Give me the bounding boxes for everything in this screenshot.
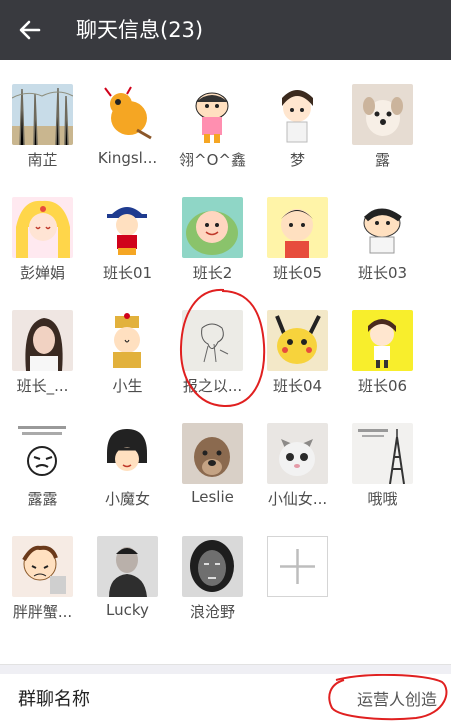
- page-title: 聊天信息(23): [76, 18, 204, 42]
- member-avatar: [97, 310, 158, 371]
- add-member-button[interactable]: [255, 512, 340, 625]
- member-avatar: [97, 197, 158, 258]
- member-avatar: [182, 310, 243, 371]
- member-name: 翎^O^鑫: [179, 151, 246, 169]
- back-arrow-icon: [19, 20, 41, 40]
- member-item[interactable]: 露露: [0, 399, 85, 512]
- member-name: 小魔女: [104, 490, 150, 508]
- member-name: Kingsl...: [97, 149, 158, 167]
- member-item[interactable]: 梦: [255, 60, 340, 173]
- add-member-box: [267, 536, 328, 597]
- member-item[interactable]: 露: [340, 60, 425, 173]
- member-avatar: [182, 197, 243, 258]
- member-item[interactable]: Lucky: [85, 512, 170, 625]
- member-avatar: [182, 423, 243, 484]
- member-item[interactable]: 班长_...: [0, 286, 85, 399]
- section-divider: [0, 664, 451, 674]
- member-name: 报之以...: [182, 377, 243, 395]
- member-name: 小生: [112, 377, 143, 395]
- member-item[interactable]: 浪沧野: [170, 512, 255, 625]
- member-avatar: [12, 536, 73, 597]
- top-bar: 聊天信息(23): [0, 0, 451, 60]
- group-name-value: 运营人创造: [356, 690, 437, 709]
- member-avatar: [12, 84, 73, 145]
- member-avatar: [97, 84, 158, 145]
- member-avatar: [12, 310, 73, 371]
- group-name-label: 群聊名称: [18, 689, 90, 710]
- member-name: 班长_...: [16, 377, 69, 395]
- member-name: 露: [374, 151, 390, 169]
- member-item[interactable]: Leslie: [170, 399, 255, 512]
- member-name: 小仙女...: [267, 490, 328, 508]
- member-item[interactable]: 哦哦: [340, 399, 425, 512]
- member-name: 南芷: [27, 151, 58, 169]
- member-grid: 南芷 Kingsl... 翎^O^鑫 梦 露彭婵娟 班长01 班长2 班长05 班长03 班长_.…: [0, 60, 451, 664]
- member-name: Leslie: [191, 488, 234, 506]
- plus-icon: [280, 549, 315, 584]
- group-name-row[interactable]: 群聊名称 运营人创造: [0, 674, 451, 721]
- member-item[interactable]: 小生: [85, 286, 170, 399]
- member-avatar: [97, 536, 158, 597]
- member-avatar: [352, 310, 413, 371]
- member-avatar: [267, 84, 328, 145]
- member-avatar: [12, 197, 73, 258]
- member-name: 彭婵娟: [19, 264, 65, 282]
- member-item[interactable]: 班长03: [340, 173, 425, 286]
- member-avatar: [352, 423, 413, 484]
- member-item[interactable]: 南芷: [0, 60, 85, 173]
- member-avatar: [352, 197, 413, 258]
- member-avatar: [182, 536, 243, 597]
- member-item[interactable]: 班长04: [255, 286, 340, 399]
- member-name: 班长05: [272, 264, 323, 282]
- member-name: 班长01: [102, 264, 153, 282]
- member-name: 班长03: [357, 264, 408, 282]
- member-item[interactable]: 班长06: [340, 286, 425, 399]
- member-avatar: [267, 423, 328, 484]
- member-item[interactable]: 班长01: [85, 173, 170, 286]
- member-name: 露露: [27, 490, 58, 508]
- member-item[interactable]: 报之以...: [170, 286, 255, 399]
- member-name: 浪沧野: [189, 603, 235, 621]
- member-item[interactable]: 小魔女: [85, 399, 170, 512]
- member-name: 哦哦: [367, 490, 398, 508]
- member-avatar: [97, 423, 158, 484]
- member-name: Lucky: [106, 601, 149, 619]
- member-name: 班长2: [192, 264, 233, 282]
- member-item[interactable]: 小仙女...: [255, 399, 340, 512]
- back-button[interactable]: [14, 14, 46, 46]
- member-name: 胖胖蟹...: [12, 603, 73, 621]
- member-avatar: [267, 310, 328, 371]
- member-item[interactable]: 胖胖蟹...: [0, 512, 85, 625]
- member-name: 班长06: [357, 377, 408, 395]
- member-item[interactable]: 翎^O^鑫: [170, 60, 255, 173]
- member-avatar: [352, 84, 413, 145]
- member-avatar: [267, 197, 328, 258]
- member-name: 梦: [289, 151, 305, 169]
- member-avatar: [12, 423, 73, 484]
- member-item[interactable]: 班长2: [170, 173, 255, 286]
- member-item[interactable]: 班长05: [255, 173, 340, 286]
- member-item[interactable]: Kingsl...: [85, 60, 170, 173]
- member-item[interactable]: 彭婵娟: [0, 173, 85, 286]
- member-avatar: [182, 84, 243, 145]
- member-name: 班长04: [272, 377, 323, 395]
